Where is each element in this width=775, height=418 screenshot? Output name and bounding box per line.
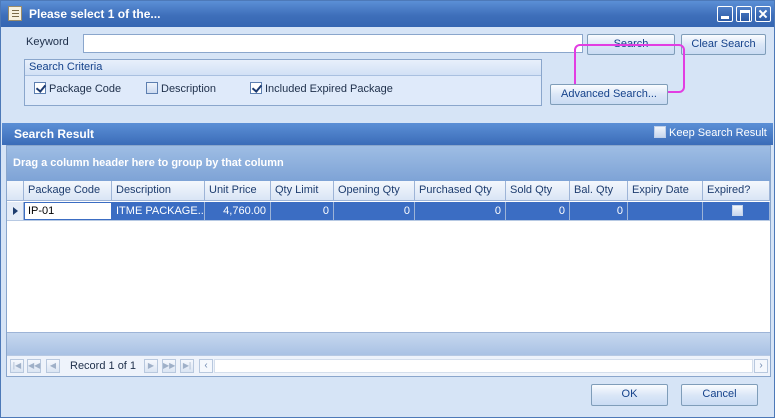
criteria-label: Included Expired Package	[265, 83, 393, 95]
cell-package-code[interactable]: IP-01	[24, 202, 112, 220]
cell-expiry-date[interactable]	[628, 202, 703, 220]
advanced-search-button[interactable]: Advanced Search...	[550, 84, 668, 105]
column-header-expiry-date[interactable]: Expiry Date	[628, 181, 703, 200]
column-header-opening-qty[interactable]: Opening Qty	[334, 181, 415, 200]
column-header-unit-price[interactable]: Unit Price	[205, 181, 271, 200]
column-header-purchased-qty[interactable]: Purchased Qty	[415, 181, 506, 200]
cell-qty-limit[interactable]: 0	[271, 202, 334, 220]
search-result-header: Search Result Keep Search Result	[2, 123, 773, 145]
column-header-description[interactable]: Description	[112, 181, 205, 200]
grid-footer	[7, 332, 770, 355]
ok-button[interactable]: OK	[591, 384, 668, 406]
search-button[interactable]: Search	[587, 34, 675, 55]
next-record-icon[interactable]: ▶	[144, 359, 158, 373]
window-title: Please select 1 of the...	[29, 7, 161, 21]
checkbox-checked-icon[interactable]	[34, 82, 46, 95]
checkbox-unchecked-icon[interactable]	[654, 126, 666, 139]
cell-bal-qty[interactable]: 0	[570, 202, 628, 220]
keep-search-result-toggle[interactable]: Keep Search Result	[654, 126, 767, 139]
result-grid: Drag a column header here to group by th…	[6, 145, 771, 377]
cell-expired[interactable]	[703, 202, 770, 220]
scroll-left-icon[interactable]: ‹	[199, 359, 213, 373]
row-indicator-header	[7, 181, 24, 200]
horizontal-scrollbar[interactable]	[214, 359, 753, 373]
criteria-description[interactable]: Description	[146, 82, 216, 98]
keyword-input[interactable]	[83, 34, 583, 53]
search-panel: Keyword Search Clear Search Search Crite…	[2, 27, 773, 122]
column-header-qty-limit[interactable]: Qty Limit	[271, 181, 334, 200]
column-header-expired[interactable]: Expired?	[703, 181, 770, 200]
column-header-row: Package Code Description Unit Price Qty …	[7, 181, 770, 201]
column-header-package-code[interactable]: Package Code	[24, 181, 112, 200]
cell-opening-qty[interactable]: 0	[334, 202, 415, 220]
next-page-icon[interactable]: ▶▶	[162, 359, 176, 373]
minimize-icon[interactable]	[717, 6, 733, 22]
record-position-text: Record 1 of 1	[70, 360, 137, 372]
scroll-right-icon[interactable]: ›	[754, 359, 768, 373]
cell-purchased-qty[interactable]: 0	[415, 202, 506, 220]
keep-search-result-label: Keep Search Result	[669, 127, 767, 139]
checkbox-unchecked-icon[interactable]	[146, 82, 158, 95]
table-row[interactable]: IP-01 ITME PACKAGE... 4,760.00 0 0 0 0 0	[7, 202, 770, 221]
cell-description[interactable]: ITME PACKAGE...	[112, 202, 205, 220]
first-record-icon[interactable]: |◀	[10, 359, 24, 373]
search-criteria-title: Search Criteria	[25, 60, 541, 76]
criteria-label: Description	[161, 83, 217, 95]
criteria-package-code[interactable]: Package Code	[34, 82, 121, 98]
search-result-title: Search Result	[14, 127, 95, 141]
record-navigator: |◀ ◀◀ ◀ Record 1 of 1 ▶ ▶▶ ▶| ‹ ›	[7, 355, 770, 376]
document-icon	[8, 6, 22, 21]
row-pointer-icon	[13, 207, 18, 215]
clear-search-button[interactable]: Clear Search	[681, 34, 766, 55]
prev-page-icon[interactable]: ◀◀	[27, 359, 41, 373]
maximize-icon[interactable]	[736, 6, 752, 22]
checkbox-checked-icon[interactable]	[250, 82, 262, 95]
column-header-sold-qty[interactable]: Sold Qty	[506, 181, 570, 200]
checkbox-unchecked-icon[interactable]	[732, 205, 743, 216]
title-bar[interactable]: Please select 1 of the...	[1, 1, 774, 27]
dialog-window: Please select 1 of the... Keyword Search…	[0, 0, 775, 418]
cell-sold-qty[interactable]: 0	[506, 202, 570, 220]
row-indicator	[7, 202, 24, 220]
cell-unit-price[interactable]: 4,760.00	[205, 202, 271, 220]
group-by-panel[interactable]: Drag a column header here to group by th…	[7, 146, 770, 181]
criteria-label: Package Code	[49, 83, 122, 95]
search-criteria-group: Search Criteria Package Code Description…	[24, 59, 542, 106]
keyword-label: Keyword	[26, 36, 69, 48]
prev-record-icon[interactable]: ◀	[46, 359, 60, 373]
cancel-button[interactable]: Cancel	[681, 384, 758, 406]
column-header-bal-qty[interactable]: Bal. Qty	[570, 181, 628, 200]
close-icon[interactable]	[755, 6, 771, 22]
criteria-included-expired[interactable]: Included Expired Package	[250, 82, 393, 98]
last-record-icon[interactable]: ▶|	[180, 359, 194, 373]
